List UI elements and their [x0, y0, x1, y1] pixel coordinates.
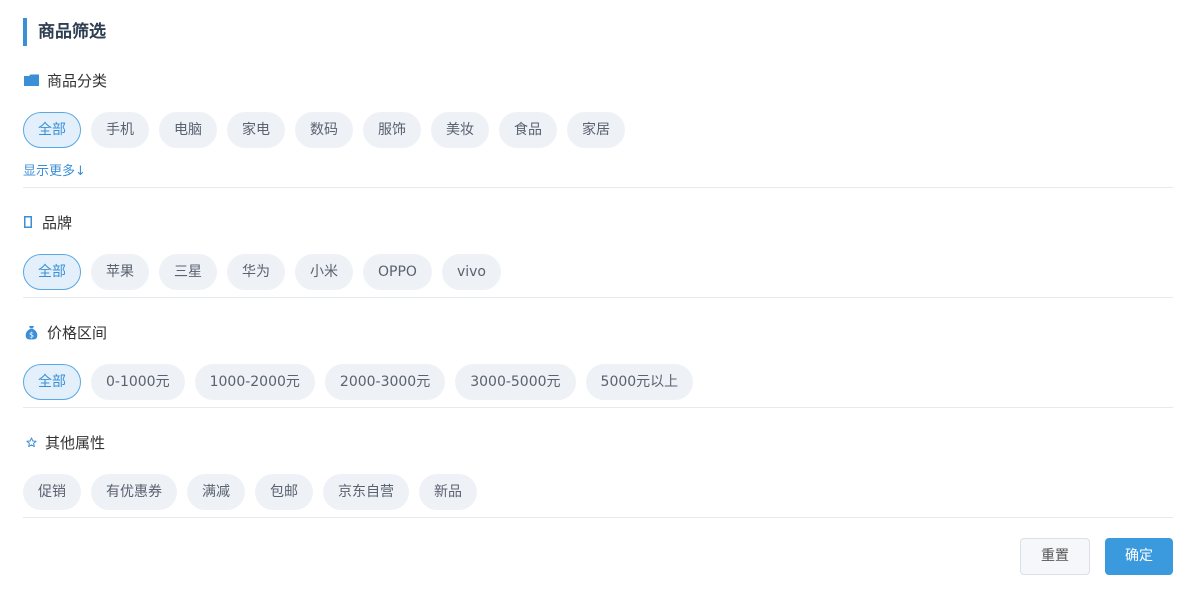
category-header: 商品分类: [23, 69, 1173, 91]
brand-tag-huawei[interactable]: 华为: [227, 254, 285, 290]
category-tag-digital[interactable]: 数码: [295, 112, 353, 148]
brand-section: 品牌 全部 苹果 三星 华为 小米 OPPO vivo: [23, 211, 1173, 298]
category-tag-all[interactable]: 全部: [23, 112, 81, 148]
panel-title: 商品筛选: [23, 18, 106, 46]
brand-icon: [23, 214, 33, 230]
folder-icon: [23, 72, 39, 88]
category-tag-phone[interactable]: 手机: [91, 112, 149, 148]
brand-tag-all[interactable]: 全部: [23, 254, 81, 290]
show-more-link[interactable]: 显示更多↓: [23, 160, 86, 179]
brand-tag-apple[interactable]: 苹果: [91, 254, 149, 290]
category-tag-beauty[interactable]: 美妆: [431, 112, 489, 148]
other-tag-new[interactable]: 新品: [419, 474, 477, 510]
category-label: 商品分类: [47, 71, 108, 90]
reset-button[interactable]: 重置: [1020, 538, 1090, 575]
price-tag-0-1000[interactable]: 0-1000元: [91, 364, 185, 400]
filter-panel: 商品筛选 商品分类 全部 手机 电脑 家电 数码 服饰 美妆 食品 家居 显示更…: [0, 0, 1196, 596]
category-tag-appliance[interactable]: 家电: [227, 112, 285, 148]
category-tag-food[interactable]: 食品: [499, 112, 557, 148]
price-tag-1000-2000[interactable]: 1000-2000元: [194, 364, 315, 400]
price-header: $ 价格区间: [23, 321, 1173, 343]
price-tag-2000-3000[interactable]: 2000-3000元: [324, 364, 446, 400]
other-section: 其他属性 促销 有优惠券 满减 包邮 京东自营 新品: [23, 431, 1173, 518]
brand-label: 品牌: [42, 213, 73, 232]
brand-tag-vivo[interactable]: vivo: [441, 254, 501, 290]
other-tags: 促销 有优惠券 满减 包邮 京东自营 新品: [23, 474, 1173, 510]
category-tag-computer[interactable]: 电脑: [159, 112, 217, 148]
other-tag-promotion[interactable]: 促销: [23, 474, 81, 510]
other-tag-coupon[interactable]: 有优惠券: [91, 474, 177, 510]
price-tag-all[interactable]: 全部: [23, 364, 81, 400]
other-tag-free-shipping[interactable]: 包邮: [255, 474, 313, 510]
brand-tag-oppo[interactable]: OPPO: [363, 254, 432, 290]
other-header: 其他属性: [23, 431, 1173, 453]
price-section: $ 价格区间 全部 0-1000元 1000-2000元 2000-3000元 …: [23, 321, 1173, 408]
price-label: 价格区间: [47, 323, 108, 342]
other-tag-discount[interactable]: 满减: [187, 474, 245, 510]
category-tag-apparel[interactable]: 服饰: [363, 112, 421, 148]
svg-text:$: $: [28, 330, 33, 339]
price-tags: 全部 0-1000元 1000-2000元 2000-3000元 3000-50…: [23, 364, 1173, 400]
category-tags: 全部 手机 电脑 家电 数码 服饰 美妆 食品 家居: [23, 112, 1173, 148]
brand-header: 品牌: [23, 211, 1173, 233]
star-icon: [23, 434, 39, 450]
brand-tag-samsung[interactable]: 三星: [159, 254, 217, 290]
other-label: 其他属性: [45, 433, 106, 452]
category-section: 商品分类 全部 手机 电脑 家电 数码 服饰 美妆 食品 家居 显示更多↓: [23, 69, 1173, 188]
price-tag-3000-5000[interactable]: 3000-5000元: [455, 364, 576, 400]
brand-tags: 全部 苹果 三星 华为 小米 OPPO vivo: [23, 254, 1173, 290]
money-bag-icon: $: [23, 324, 39, 340]
brand-tag-xiaomi[interactable]: 小米: [295, 254, 353, 290]
category-tag-home[interactable]: 家居: [567, 112, 625, 148]
other-tag-jd-self-operated[interactable]: 京东自营: [323, 474, 409, 510]
confirm-button[interactable]: 确定: [1105, 538, 1173, 575]
price-tag-5000-plus[interactable]: 5000元以上: [585, 364, 694, 400]
